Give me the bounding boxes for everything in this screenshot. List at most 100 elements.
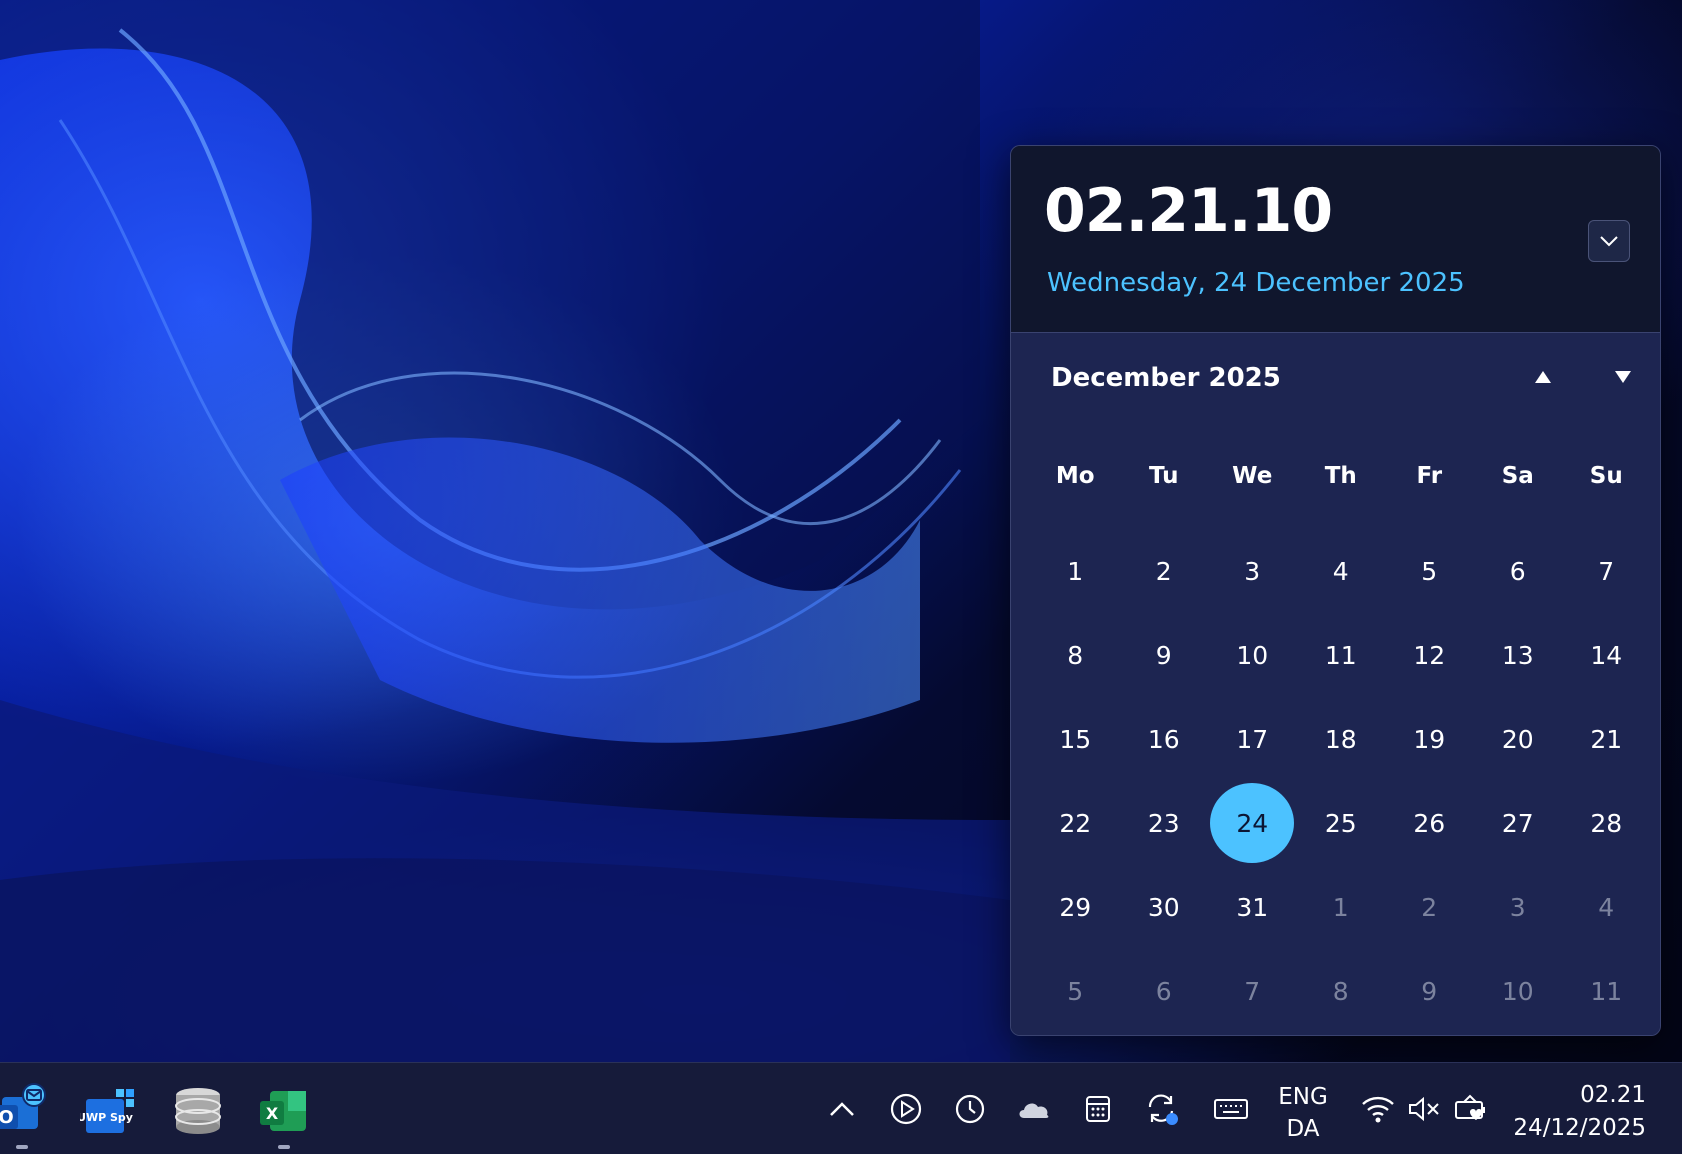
network-status-button[interactable]	[1358, 1089, 1398, 1129]
calendar-day[interactable]: 5	[1385, 529, 1474, 613]
calendar-day[interactable]: 15	[1031, 697, 1120, 781]
calendar-day[interactable]: 19	[1385, 697, 1474, 781]
calendar-day-adjacent-month[interactable]: 4	[1562, 865, 1651, 949]
clock-icon	[955, 1094, 985, 1124]
outlook-letter: O	[0, 1107, 14, 1128]
volume-button[interactable]	[1404, 1089, 1444, 1129]
calendar-day[interactable]: 13	[1474, 613, 1563, 697]
calendar-day-adjacent-month[interactable]: 6	[1120, 949, 1209, 1033]
language-code: ENG	[1278, 1084, 1328, 1110]
calendar-day-adjacent-month[interactable]: 7	[1208, 949, 1297, 1033]
calendar-day[interactable]: 3	[1208, 529, 1297, 613]
battery-saver-icon	[1455, 1094, 1485, 1120]
chevron-down-icon	[1600, 236, 1618, 247]
calendar-day-number: 22	[1059, 808, 1092, 838]
calendar-day-number: 3	[1509, 892, 1526, 922]
calendar-day[interactable]: 14	[1562, 613, 1651, 697]
calendar-day-today[interactable]: 24	[1208, 781, 1297, 865]
next-month-button[interactable]	[1603, 357, 1643, 397]
clock-header: 02.21.10 Wednesday, 24 December 2025	[1011, 146, 1660, 333]
input-language-button[interactable]: ENG DA	[1270, 1081, 1336, 1145]
taskbar-app-database[interactable]	[170, 1083, 226, 1139]
calendar-day[interactable]: 16	[1120, 697, 1209, 781]
tray-clock-app[interactable]	[950, 1089, 990, 1129]
show-hidden-icons-button[interactable]	[822, 1089, 862, 1129]
calendar-day-number: 30	[1147, 892, 1180, 922]
calendar-day[interactable]: 28	[1562, 781, 1651, 865]
calendar-day-number: 7	[1244, 976, 1261, 1006]
calendar-day-number: 14	[1590, 640, 1623, 670]
calendar-day[interactable]: 20	[1474, 697, 1563, 781]
calendar-day-adjacent-month[interactable]: 5	[1031, 949, 1120, 1033]
calculator-icon	[1086, 1096, 1110, 1122]
tray-calculator[interactable]	[1078, 1089, 1118, 1129]
calendar-day[interactable]: 2	[1120, 529, 1209, 613]
calendar-day-number: 7	[1598, 556, 1615, 586]
calendar-day[interactable]: 9	[1120, 613, 1209, 697]
battery-status-button[interactable]	[1452, 1089, 1492, 1129]
calendar-day[interactable]: 1	[1031, 529, 1120, 613]
weekday-label: Tu	[1148, 463, 1179, 489]
calendar-day[interactable]: 7	[1562, 529, 1651, 613]
calendar-day[interactable]: 25	[1297, 781, 1386, 865]
calendar-day[interactable]: 17	[1208, 697, 1297, 781]
calendar-day-adjacent-month[interactable]: 9	[1385, 949, 1474, 1033]
outlook-app-icon: O	[0, 1083, 46, 1129]
calendar-day[interactable]: 12	[1385, 613, 1474, 697]
calendar-day-adjacent-month[interactable]: 10	[1474, 949, 1563, 1033]
calendar-day[interactable]: 26	[1385, 781, 1474, 865]
calendar-day-adjacent-month[interactable]: 8	[1297, 949, 1386, 1033]
month-title[interactable]: December 2025	[1051, 363, 1281, 393]
calendar-day-number: 8	[1067, 640, 1084, 670]
weekday-label: Th	[1324, 463, 1357, 489]
previous-month-button[interactable]	[1523, 357, 1563, 397]
tray-media-player[interactable]	[886, 1089, 926, 1129]
calendar-week-row: 5 6 7 8 9 10 11	[1031, 949, 1651, 1033]
flyout-full-date[interactable]: Wednesday, 24 December 2025	[1047, 268, 1465, 298]
taskbar-time: 02.21	[1580, 1082, 1646, 1108]
calendar-day[interactable]: 11	[1297, 613, 1386, 697]
weekday-label: Sa	[1501, 463, 1534, 489]
calendar-day[interactable]: 6	[1474, 529, 1563, 613]
calendar-day-adjacent-month[interactable]: 11	[1562, 949, 1651, 1033]
calendar-day[interactable]: 22	[1031, 781, 1120, 865]
triangle-down-icon	[1615, 371, 1631, 383]
taskbar-app-excel[interactable]: X	[256, 1083, 312, 1149]
calendar-day[interactable]: 4	[1297, 529, 1386, 613]
sync-icon	[1148, 1094, 1178, 1125]
calendar-day[interactable]: 18	[1297, 697, 1386, 781]
tray-sync[interactable]	[1142, 1089, 1182, 1129]
calendar-week-row: 8 9 10 11 12 13 14	[1031, 613, 1651, 697]
calendar-day-number: 29	[1059, 892, 1092, 922]
calendar-day[interactable]: 29	[1031, 865, 1120, 949]
running-indicator	[16, 1145, 28, 1149]
calendar-day-number: 9	[1155, 640, 1172, 670]
calendar-day[interactable]: 31	[1208, 865, 1297, 949]
calendar-day[interactable]: 27	[1474, 781, 1563, 865]
tray-touch-keyboard[interactable]	[1206, 1089, 1256, 1129]
calendar-day-number: 9	[1421, 976, 1438, 1006]
calendar-day-number: 13	[1501, 640, 1534, 670]
calendar-day[interactable]: 10	[1208, 613, 1297, 697]
wifi-icon	[1362, 1096, 1394, 1123]
calendar-day[interactable]: 23	[1120, 781, 1209, 865]
taskbar-app-uwp-spy[interactable]: UWP Spy	[80, 1083, 136, 1139]
speaker-muted-icon	[1409, 1096, 1439, 1122]
calendar-day[interactable]: 8	[1031, 613, 1120, 697]
calendar-day-adjacent-month[interactable]: 3	[1474, 865, 1563, 949]
calendar-day[interactable]: 30	[1120, 865, 1209, 949]
flyout-time: 02.21.10	[1044, 176, 1333, 246]
calendar-day-number: 17	[1236, 724, 1269, 754]
collapse-calendar-button[interactable]	[1588, 220, 1630, 262]
calendar-day-number: 25	[1324, 808, 1357, 838]
tray-onedrive[interactable]	[1014, 1089, 1054, 1129]
taskbar-app-outlook[interactable]: O	[0, 1083, 50, 1149]
taskbar-clock[interactable]: 02.21 24/12/2025	[1513, 1079, 1646, 1145]
calendar-day[interactable]: 21	[1562, 697, 1651, 781]
calendar-day-number: 24	[1210, 783, 1295, 863]
calendar-day-adjacent-month[interactable]: 1	[1297, 865, 1386, 949]
calendar-day-adjacent-month[interactable]: 2	[1385, 865, 1474, 949]
weekday-header: Mo Tu We Th Fr Sa Su	[1031, 463, 1651, 489]
calendar-week-row: 15 16 17 18 19 20 21	[1031, 697, 1651, 781]
calendar-day-number: 19	[1413, 724, 1446, 754]
